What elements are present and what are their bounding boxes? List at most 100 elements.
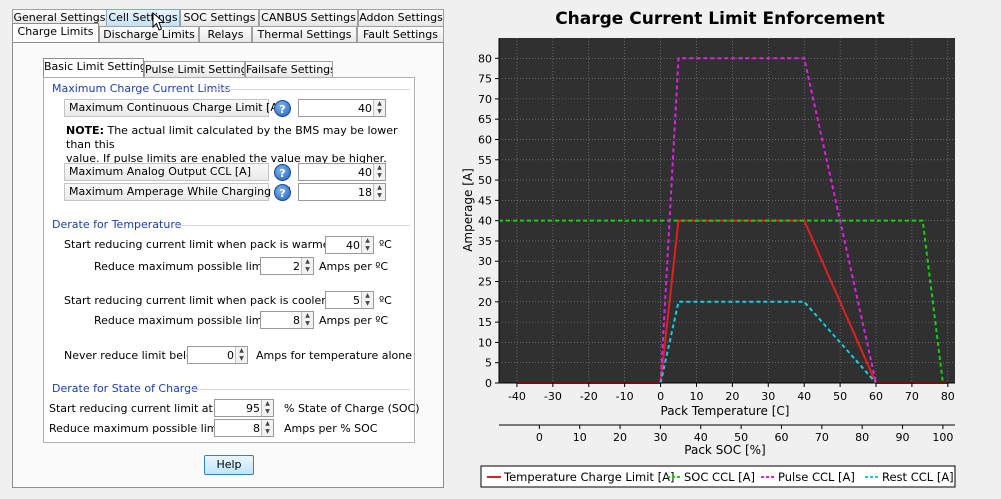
max-analog-output-ccl-label: Maximum Analog Output CCL [A] bbox=[64, 163, 269, 181]
spinner-arrows[interactable]: ▲ ▼ bbox=[361, 237, 373, 253]
plot-area bbox=[499, 38, 955, 383]
unit-label: % State of Charge (SOC) bbox=[284, 402, 420, 415]
tab-relays[interactable]: Relays bbox=[199, 26, 252, 43]
value-text: 40 bbox=[358, 102, 372, 115]
y-tick-label: 65 bbox=[478, 113, 492, 126]
help-icon[interactable]: ? bbox=[274, 100, 291, 117]
value-text: 40 bbox=[358, 166, 372, 179]
subtab-pulse-limit-settings[interactable]: Pulse Limit Settings bbox=[144, 61, 245, 78]
x-tick-label: 20 bbox=[725, 390, 739, 403]
x-tick-label: -10 bbox=[616, 390, 634, 403]
spinner-arrows[interactable]: ▲ ▼ bbox=[301, 312, 313, 328]
tab-discharge-limits[interactable]: Discharge Limits bbox=[99, 26, 199, 43]
value-text: 8 bbox=[253, 422, 260, 435]
note-bold: NOTE: bbox=[66, 124, 104, 137]
spinner-arrows[interactable]: ▲ ▼ bbox=[361, 292, 373, 308]
value-text: 95 bbox=[246, 402, 260, 415]
tab-cell-settings[interactable]: Cell Settings bbox=[106, 9, 180, 26]
cool-reduce-input[interactable]: 8 ▲ ▼ bbox=[260, 311, 314, 329]
legend-label: Temperature Charge Limit [A] bbox=[503, 470, 674, 484]
cool-reduce-label: Reduce maximum possible limit by bbox=[94, 314, 287, 327]
never-reduce-input[interactable]: 0 ▲ ▼ bbox=[187, 346, 248, 364]
x-tick-label: 70 bbox=[905, 390, 919, 403]
y-tick-label: 75 bbox=[478, 73, 492, 86]
unit-label: ºC bbox=[379, 294, 392, 307]
x2-tick-label: 10 bbox=[573, 431, 587, 444]
x-tick-label: 40 bbox=[797, 390, 811, 403]
x-tick-label: 30 bbox=[761, 390, 775, 403]
y-tick-label: 30 bbox=[478, 255, 492, 268]
x2-tick-label: 60 bbox=[774, 431, 788, 444]
max-analog-output-ccl-input[interactable]: 40 ▲ ▼ bbox=[298, 163, 386, 181]
tab-soc-settings[interactable]: SOC Settings bbox=[180, 9, 259, 26]
spinner-arrows[interactable]: ▲ ▼ bbox=[301, 258, 313, 274]
x-tick-label: 50 bbox=[833, 390, 847, 403]
soc-reduce-label: Reduce maximum possible limit by bbox=[49, 422, 242, 435]
x-tick-label: 80 bbox=[941, 390, 955, 403]
tab-addon-settings[interactable]: Addon Settings bbox=[358, 9, 444, 26]
basic-limit-panel: Maximum Charge Current Limits Maximum Co… bbox=[43, 77, 420, 443]
max-amperage-while-charging-input[interactable]: 18 ▲ ▼ bbox=[298, 183, 386, 201]
y-tick-label: 60 bbox=[478, 133, 492, 146]
spinner-arrows[interactable]: ▲ ▼ bbox=[373, 184, 385, 200]
y-tick-label: 45 bbox=[478, 194, 492, 207]
help-icon[interactable]: ? bbox=[274, 164, 291, 181]
warm-reduce-input[interactable]: 2 ▲ ▼ bbox=[260, 257, 314, 275]
value-text: 5 bbox=[353, 294, 360, 307]
legend-label: SOC CCL [A] bbox=[684, 470, 755, 484]
never-reduce-label: Never reduce limit below bbox=[64, 349, 202, 362]
help-button[interactable]: Help bbox=[204, 455, 254, 475]
x2-tick-label: 20 bbox=[613, 431, 627, 444]
soc-reduce-input[interactable]: 8 ▲ ▼ bbox=[214, 419, 274, 437]
spinner-arrows[interactable]: ▲ ▼ bbox=[261, 400, 273, 416]
soc-start-label: Start reducing current limit at bbox=[49, 402, 213, 415]
legend-label: Pulse CCL [A] bbox=[778, 470, 855, 484]
note-text: NOTE: The actual limit calculated by the… bbox=[66, 124, 406, 166]
y-tick-label: 80 bbox=[478, 52, 492, 65]
x-tick-label: 0 bbox=[657, 390, 664, 403]
derate-soc-group-title: Derate for State of Charge bbox=[52, 382, 198, 395]
y-tick-label: 40 bbox=[478, 215, 492, 228]
y-tick-label: 20 bbox=[478, 296, 492, 309]
spinner-arrows[interactable]: ▲ ▼ bbox=[235, 347, 247, 363]
charge-limits-panel: Basic Limit Settings Pulse Limit Setting… bbox=[12, 42, 444, 488]
y-tick-label: 5 bbox=[485, 357, 492, 370]
subtab-basic-limit-settings[interactable]: Basic Limit Settings bbox=[43, 58, 144, 77]
tab-canbus-settings[interactable]: CANBUS Settings bbox=[259, 9, 358, 26]
subtab-failsafe-settings[interactable]: Failsafe Settings bbox=[245, 61, 333, 78]
max-amperage-while-charging-label: Maximum Amperage While Charging [A] bbox=[64, 183, 291, 201]
max-continuous-charge-input[interactable]: 40 ▲ ▼ bbox=[298, 99, 386, 117]
x-tick-label: -30 bbox=[544, 390, 562, 403]
value-text: 18 bbox=[358, 186, 372, 199]
max-continuous-charge-label: Maximum Continuous Charge Limit [A] bbox=[64, 99, 282, 117]
warm-threshold-input[interactable]: 40 ▲ ▼ bbox=[325, 236, 374, 254]
y-tick-label: 15 bbox=[478, 316, 492, 329]
note-line1: The actual limit calculated by the BMS m… bbox=[66, 124, 398, 151]
tab-fault-settings[interactable]: Fault Settings bbox=[357, 26, 444, 43]
soc-start-input[interactable]: 95 ▲ ▼ bbox=[214, 399, 274, 417]
x2-tick-label: 70 bbox=[815, 431, 829, 444]
warm-reduce-label: Reduce maximum possible limit by bbox=[94, 260, 287, 273]
value-text: 2 bbox=[293, 260, 300, 273]
tab-charge-limits[interactable]: Charge Limits bbox=[12, 23, 99, 42]
value-text: 0 bbox=[227, 349, 234, 362]
cool-threshold-input[interactable]: 5 ▲ ▼ bbox=[325, 291, 374, 309]
value-text: 40 bbox=[346, 239, 360, 252]
spinner-arrows[interactable]: ▲ ▼ bbox=[373, 100, 385, 116]
warm-threshold-label: Start reducing current limit when pack i… bbox=[64, 238, 363, 251]
value-text: 8 bbox=[293, 314, 300, 327]
help-icon[interactable]: ? bbox=[274, 184, 291, 201]
spinner-arrows[interactable]: ▲ ▼ bbox=[261, 420, 273, 436]
spinner-arrows[interactable]: ▲ ▼ bbox=[373, 164, 385, 180]
legend-label: Rest CCL [A] bbox=[882, 470, 954, 484]
cool-threshold-label: Start reducing current limit when pack i… bbox=[64, 294, 355, 307]
y-tick-label: 35 bbox=[478, 235, 492, 248]
x2-tick-label: 80 bbox=[855, 431, 869, 444]
unit-label: Amps per % SOC bbox=[284, 422, 378, 435]
max-charge-group-title: Maximum Charge Current Limits bbox=[52, 82, 231, 95]
y-axis-title: Amperage [A] bbox=[461, 168, 475, 252]
x-tick-label: -20 bbox=[580, 390, 598, 403]
tab-thermal-settings[interactable]: Thermal Settings bbox=[252, 26, 357, 43]
unit-label: Amps for temperature alone bbox=[256, 349, 412, 362]
charge-current-chart: Charge Current Limit Enforcement 0 5 10 15 2… bbox=[461, 9, 956, 488]
